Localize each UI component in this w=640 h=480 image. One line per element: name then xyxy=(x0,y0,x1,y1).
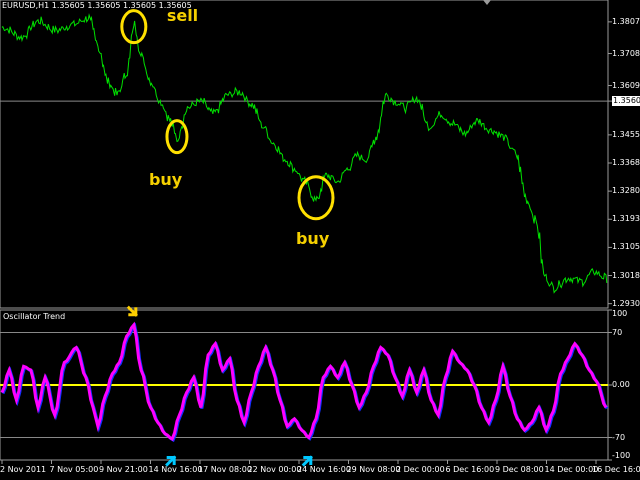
time-tick-label: 29 Nov 08:00 xyxy=(346,465,401,474)
time-tick-label: 2 Dec 00:00 xyxy=(396,465,445,474)
oscillator-tick-label: -70 xyxy=(612,432,626,442)
price-tick-label: 1.37085 xyxy=(612,48,640,58)
price-tick-label: 1.29305 xyxy=(612,298,640,308)
price-tick-label: 1.31055 xyxy=(612,242,640,252)
price-tick-label: 1.36090 xyxy=(612,80,640,90)
time-tick-label: 6 Dec 16:00 xyxy=(445,465,495,474)
time-tick-label: 9 Dec 08:00 xyxy=(495,465,544,474)
buy-signal-arrow xyxy=(165,455,177,467)
time-tick-label: 17 Nov 08:00 xyxy=(198,465,252,474)
oscillator-tick-label: 0.00 xyxy=(612,380,630,389)
time-tick-label: 24 Nov 16:00 xyxy=(297,465,351,474)
chart-shift-marker[interactable] xyxy=(483,0,491,5)
time-tick-label: 16 Dec 16:00 xyxy=(592,465,640,474)
annotation-buy-label: buy xyxy=(295,228,330,248)
price-tick-label: 1.38070 xyxy=(612,16,640,26)
time-tick-label: 7 Nov 05:00 xyxy=(49,465,99,474)
time-tick-label: 14 Dec 00:00 xyxy=(544,465,599,474)
current-price-label: 1.35605 xyxy=(612,96,640,107)
price-tick-label: 1.31930 xyxy=(612,214,640,224)
signal-circle-buy xyxy=(165,119,189,155)
annotation-buy-label: buy xyxy=(148,169,183,189)
signal-circle-buy xyxy=(297,175,335,221)
oscillator-shadow xyxy=(1,322,609,443)
oscillator-series xyxy=(0,321,608,442)
time-tick-label: 2 Nov 2011 xyxy=(0,465,47,474)
main-chart-frame xyxy=(0,0,609,309)
price-tick-label: 1.30180 xyxy=(612,270,640,280)
price-series xyxy=(1,13,608,294)
time-tick-label: 14 Nov 16:00 xyxy=(148,465,203,474)
sell-signal-arrow xyxy=(126,305,138,317)
oscillator-title: Oscillator Trend xyxy=(3,312,66,321)
time-tick-label: 9 Nov 21:00 xyxy=(99,465,148,474)
time-tick-label: 22 Nov 00:00 xyxy=(247,465,302,474)
price-tick-label: 1.32805 xyxy=(612,186,640,196)
oscillator-tick-label: 100 xyxy=(612,309,628,318)
buy-signal-arrow xyxy=(301,455,313,467)
chart-title: EURUSD,H1 1.35605 1.35605 1.35605 1.3560… xyxy=(2,1,192,10)
price-tick-label: 1.33680 xyxy=(612,158,640,167)
annotation-sell-label: sell xyxy=(166,5,199,25)
price-tick-label: 1.34555 xyxy=(612,129,640,139)
oscillator-tick-label: 70 xyxy=(612,327,623,337)
oscillator-tick-label: -100 xyxy=(612,451,631,460)
